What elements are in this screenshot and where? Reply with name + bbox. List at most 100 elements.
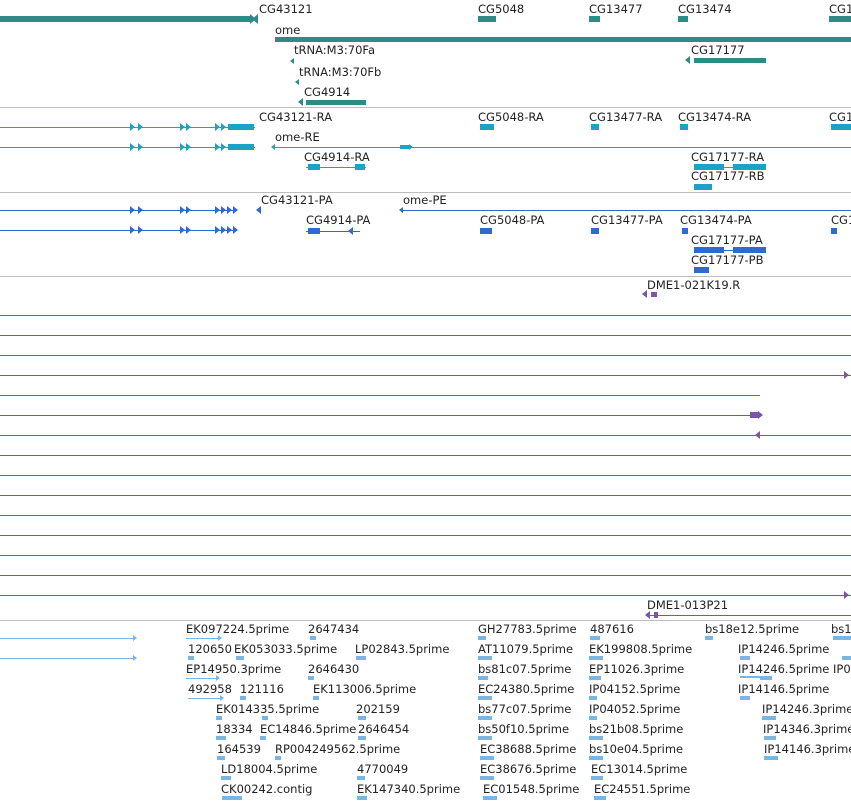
feature-block[interactable] bbox=[483, 796, 497, 800]
feature-block[interactable] bbox=[589, 656, 603, 660]
feature-block[interactable] bbox=[762, 716, 776, 720]
feature-block[interactable] bbox=[478, 696, 492, 700]
feature-line[interactable] bbox=[0, 230, 237, 231]
feature-block[interactable] bbox=[694, 58, 766, 63]
feature-block[interactable] bbox=[306, 100, 366, 105]
feature-block[interactable] bbox=[682, 228, 688, 234]
feature-label[interactable]: IP0 bbox=[833, 663, 851, 676]
feature-block[interactable] bbox=[842, 656, 851, 660]
feature-label[interactable]: EK097224.5prime bbox=[186, 623, 289, 636]
feature-line[interactable] bbox=[0, 415, 760, 416]
feature-label[interactable]: IP14246.3prime bbox=[762, 703, 851, 716]
feature-label[interactable]: 121116 bbox=[240, 683, 284, 696]
feature-label[interactable]: 2647434 bbox=[308, 623, 359, 636]
feature-label[interactable]: CG5048-RA bbox=[478, 111, 544, 124]
feature-label[interactable]: CK00242.contig bbox=[221, 783, 312, 796]
feature-block[interactable] bbox=[480, 756, 494, 760]
feature-label[interactable]: RP004249562.5prime bbox=[275, 743, 400, 756]
feature-block[interactable] bbox=[228, 124, 254, 130]
feature-block[interactable] bbox=[478, 636, 486, 640]
feature-line[interactable] bbox=[0, 495, 851, 496]
feature-block[interactable] bbox=[308, 228, 320, 234]
feature-block[interactable] bbox=[478, 656, 492, 660]
feature-label[interactable]: IP04152.5prime bbox=[589, 683, 680, 696]
feature-block[interactable] bbox=[478, 16, 496, 22]
feature-label[interactable]: CG43121 bbox=[259, 3, 313, 16]
feature-block[interactable] bbox=[589, 756, 603, 760]
feature-label[interactable]: CG4914-RA bbox=[304, 151, 370, 164]
feature-label[interactable]: LP02843.5prime bbox=[355, 643, 449, 656]
feature-label[interactable]: CG13474 bbox=[678, 3, 732, 16]
feature-label[interactable]: CG4914 bbox=[304, 86, 350, 99]
feature-block[interactable] bbox=[594, 796, 606, 800]
feature-block[interactable] bbox=[262, 716, 268, 720]
feature-line[interactable] bbox=[0, 575, 851, 576]
feature-label[interactable]: GH27783.5prime bbox=[478, 623, 577, 636]
feature-block[interactable] bbox=[358, 716, 366, 720]
feature-block[interactable] bbox=[355, 164, 365, 170]
feature-block[interactable] bbox=[740, 656, 750, 660]
feature-label[interactable]: CG1 bbox=[829, 111, 851, 124]
feature-label[interactable]: CG13477-PA bbox=[591, 214, 663, 227]
feature-label[interactable]: bs50f10.5prime bbox=[478, 723, 569, 736]
feature-line[interactable] bbox=[0, 555, 851, 556]
feature-line[interactable] bbox=[275, 147, 851, 148]
feature-block[interactable] bbox=[356, 656, 366, 660]
feature-block[interactable] bbox=[760, 676, 772, 680]
feature-line[interactable] bbox=[0, 515, 851, 516]
feature-block[interactable] bbox=[480, 776, 494, 780]
feature-label[interactable]: bs81c07.5prime bbox=[478, 663, 571, 676]
feature-label[interactable]: EC38688.5prime bbox=[480, 743, 576, 756]
feature-block[interactable] bbox=[829, 16, 851, 22]
feature-block[interactable] bbox=[308, 676, 314, 680]
feature-label[interactable]: EC01548.5prime bbox=[483, 783, 579, 796]
feature-line[interactable] bbox=[0, 210, 237, 211]
feature-line[interactable] bbox=[0, 355, 851, 356]
feature-label[interactable]: EP11026.3prime bbox=[589, 663, 684, 676]
genome-browser[interactable]: CG43121 CG5048 CG13477 CG13474 CG1 ome tRNA:M3… bbox=[0, 0, 851, 804]
feature-label[interactable]: LD18004.5prime bbox=[221, 763, 317, 776]
feature-label[interactable]: 164539 bbox=[217, 743, 261, 756]
feature-line[interactable] bbox=[403, 210, 851, 211]
feature-block[interactable] bbox=[651, 292, 657, 297]
feature-label[interactable]: IP14146.5prime bbox=[738, 683, 829, 696]
feature-block[interactable] bbox=[591, 776, 603, 780]
feature-label[interactable]: EP14950.3prime bbox=[186, 663, 281, 676]
feature-label[interactable]: ome-PE bbox=[403, 194, 447, 207]
feature-label[interactable]: 18334 bbox=[216, 723, 253, 736]
feature-block[interactable] bbox=[260, 736, 266, 740]
feature-label[interactable]: IP14246.5prime bbox=[738, 663, 829, 676]
feature-block[interactable] bbox=[188, 656, 194, 660]
feature-label[interactable]: CG4914-PA bbox=[306, 214, 370, 227]
feature-label[interactable]: EC24551.5prime bbox=[594, 783, 690, 796]
feature-block[interactable] bbox=[216, 736, 226, 740]
feature-block[interactable] bbox=[589, 676, 601, 680]
feature-block[interactable] bbox=[357, 776, 365, 780]
feature-label[interactable]: EK014335.5prime bbox=[216, 703, 319, 716]
feature-label[interactable]: AT11079.5prime bbox=[478, 643, 573, 656]
feature-block[interactable] bbox=[591, 124, 599, 130]
feature-label[interactable]: CG17177-PB bbox=[691, 254, 764, 267]
feature-block[interactable] bbox=[358, 736, 366, 740]
feature-label[interactable]: CG13474-RA bbox=[678, 111, 751, 124]
feature-label[interactable]: 202159 bbox=[356, 703, 400, 716]
feature-line[interactable] bbox=[186, 678, 216, 679]
feature-block[interactable] bbox=[240, 696, 246, 700]
feature-label[interactable]: bs1 bbox=[831, 623, 851, 636]
feature-label[interactable]: EK199808.5prime bbox=[589, 643, 692, 656]
feature-label[interactable]: tRNA:M3:70Fb bbox=[299, 66, 381, 79]
feature-block[interactable] bbox=[591, 228, 599, 234]
feature-line[interactable] bbox=[0, 315, 851, 316]
feature-label[interactable]: EK147340.5prime bbox=[357, 783, 460, 796]
feature-block[interactable] bbox=[694, 267, 709, 273]
feature-line[interactable] bbox=[0, 638, 133, 639]
feature-label[interactable]: CG1 bbox=[831, 214, 851, 227]
feature-block[interactable] bbox=[678, 16, 688, 22]
feature-label[interactable]: CG17177-PA bbox=[691, 234, 763, 247]
feature-block[interactable] bbox=[236, 656, 244, 660]
feature-line[interactable] bbox=[0, 535, 851, 536]
feature-line[interactable] bbox=[0, 375, 851, 376]
feature-block[interactable] bbox=[216, 716, 222, 720]
feature-label[interactable]: EK053033.5prime bbox=[234, 643, 337, 656]
feature-block[interactable] bbox=[589, 696, 597, 700]
